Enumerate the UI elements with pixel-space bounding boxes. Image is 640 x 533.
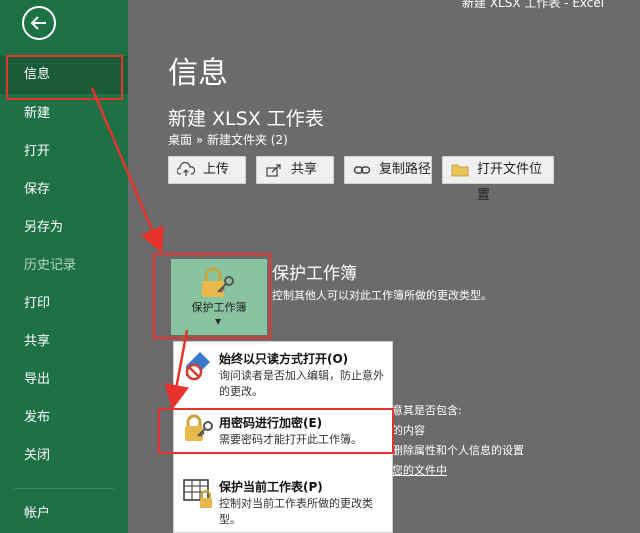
link-icon	[353, 166, 371, 174]
menu-item-protect-sheet[interactable]: 保护当前工作表(P) 控制对当前工作表所做的更改类型。	[174, 472, 392, 532]
window-title: 新建 XLSX 工作表 - Excel	[462, 0, 605, 10]
copy-path-button[interactable]: 复制路径	[344, 156, 432, 184]
page-title: 信息	[168, 56, 228, 91]
copy-path-label: 复制路径	[379, 162, 432, 177]
cloud-upload-icon	[177, 162, 195, 176]
share-label: 共享	[291, 162, 318, 177]
inspect-text-line3: 删除属性和个人信息的设置	[392, 444, 524, 457]
share-button[interactable]: 共享	[256, 156, 334, 184]
annotation-box-protect	[153, 253, 271, 339]
annotation-box-info	[6, 55, 123, 100]
readonly-pencil-icon	[185, 352, 210, 381]
nav-print[interactable]: 打印	[0, 285, 128, 323]
menu-item-description: 询问读者是否加入编辑，防止意外的更改。	[219, 369, 384, 398]
nav-publish[interactable]: 发布	[0, 399, 128, 437]
nav-save[interactable]: 保存	[0, 171, 128, 209]
sheet-lock-icon	[183, 479, 212, 508]
nav-history[interactable]: 历史记录	[0, 247, 128, 285]
nav-save-as[interactable]: 另存为	[0, 209, 128, 247]
folder-icon	[451, 164, 469, 177]
nav-export[interactable]: 导出	[0, 361, 128, 399]
nav-account[interactable]: 帐户	[0, 495, 128, 533]
nav-share[interactable]: 共享	[0, 323, 128, 361]
breadcrumb: 桌面 » 新建文件夹 (2)	[168, 133, 288, 147]
back-arrow-icon	[30, 16, 46, 30]
menu-item-always-readonly[interactable]: 始终以只读方式打开(O) 询问读者是否加入编辑，防止意外的更改。	[174, 344, 392, 404]
annotation-box-encrypt	[158, 408, 394, 454]
inspect-text-line4[interactable]: 您的文件中	[392, 462, 447, 478]
inspect-text-line1: 意其是否包含:	[392, 404, 462, 417]
nav-new[interactable]: 新建	[0, 95, 128, 133]
share-icon	[266, 164, 281, 177]
inspect-text-line2: 的内容	[392, 424, 425, 437]
nav-open[interactable]: 打开	[0, 133, 128, 171]
nav-divider	[14, 488, 114, 489]
open-location-label: 打开文件位置	[477, 162, 543, 203]
upload-button[interactable]: 上传	[168, 156, 246, 184]
nav-close[interactable]: 关闭	[0, 437, 128, 475]
menu-item-title: 保护当前工作表(P)	[219, 480, 323, 494]
document-title: 新建 XLSX 工作表	[168, 108, 324, 130]
menu-item-description: 控制对当前工作表所做的更改类型。	[219, 497, 373, 526]
open-location-button[interactable]: 打开文件位置	[442, 156, 554, 203]
back-button[interactable]	[22, 6, 56, 40]
upload-label: 上传	[203, 162, 230, 177]
protect-section-title: 保护工作簿	[272, 264, 357, 284]
protect-section-description: 控制其他人可以对此工作簿所做的更改类型。	[272, 289, 492, 302]
menu-item-title: 始终以只读方式打开(O)	[219, 352, 349, 366]
